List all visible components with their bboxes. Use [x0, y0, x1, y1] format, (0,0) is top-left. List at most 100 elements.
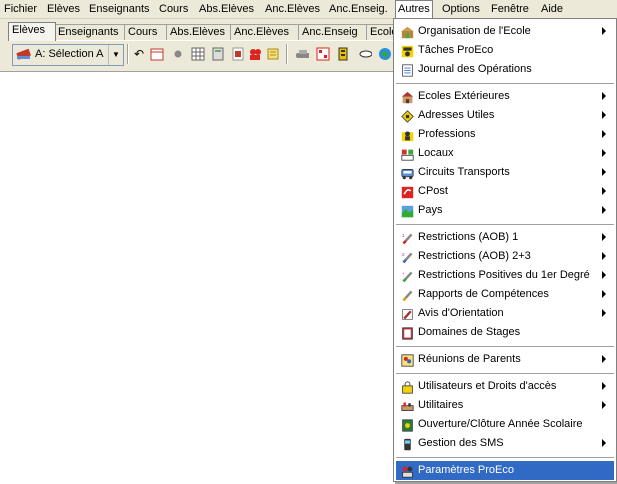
chevron-right-icon: [602, 252, 606, 260]
schedule-icon[interactable]: [316, 47, 330, 61]
menu-item-pays[interactable]: Pays: [396, 201, 614, 220]
menu-abs-eleves[interactable]: Abs.Elèves: [197, 0, 256, 18]
menu-separator: [396, 83, 614, 85]
grid-icon[interactable]: [191, 47, 205, 61]
menu-item-ecoles-exterieures[interactable]: Ecoles Extérieures: [396, 87, 614, 106]
chevron-right-icon: [602, 206, 606, 214]
menu-item-restrictions-2[interactable]: 2 Restrictions (AOB) 2+3: [396, 247, 614, 266]
tab-eleves[interactable]: Elèves: [8, 22, 56, 41]
undo-icon[interactable]: ↶: [132, 47, 146, 61]
document-red-icon[interactable]: [231, 47, 245, 61]
competence-report-icon: [399, 287, 415, 303]
orientation-icon: [399, 306, 415, 322]
addresses-icon: [399, 108, 415, 124]
menu-aide[interactable]: Aide: [539, 0, 565, 18]
school-year-icon: [399, 417, 415, 433]
bus-icon: [399, 165, 415, 181]
menu-anc-enseig[interactable]: Anc.Enseig.: [327, 0, 390, 18]
menu-item-rapports-competences[interactable]: Rapports de Compétences: [396, 285, 614, 304]
eye-icon[interactable]: [358, 47, 372, 61]
menu-item-parametres-proeco[interactable]: Paramètres ProEco: [396, 461, 614, 480]
restrictions-positive-icon: +: [399, 268, 415, 284]
chevron-right-icon: [602, 27, 606, 35]
country-icon: [399, 203, 415, 219]
tab-cours[interactable]: Cours: [124, 24, 168, 40]
dot-icon[interactable]: [171, 47, 185, 61]
users-rights-icon: [399, 379, 415, 395]
school-organisation-icon: [399, 24, 415, 40]
menu-item-journal[interactable]: Journal des Opérations: [396, 60, 614, 79]
menu-item-ouverture-cloture[interactable]: Ouverture/Clôture Année Scolaire: [396, 415, 614, 434]
tab-abs-eleves[interactable]: Abs.Elèves: [166, 24, 232, 40]
internship-domain-icon: [399, 325, 415, 341]
menu-item-reunions-parents[interactable]: Réunions de Parents: [396, 350, 614, 369]
external-school-icon: [399, 89, 415, 105]
journal-icon: [399, 62, 415, 78]
toolbar-separator: [127, 44, 129, 64]
menu-item-adresses-utiles[interactable]: Adresses Utiles: [396, 106, 614, 125]
chevron-right-icon: [602, 290, 606, 298]
globe-icon[interactable]: [378, 47, 392, 61]
utilities-icon: [399, 398, 415, 414]
chevron-right-icon: [602, 92, 606, 100]
selection-combo-value: A: Sélection A: [35, 48, 104, 60]
chevron-right-icon: [602, 309, 606, 317]
menu-item-taches[interactable]: Tâches ProEco: [396, 41, 614, 60]
menu-enseignants[interactable]: Enseignants: [87, 0, 152, 18]
menu-separator: [396, 373, 614, 375]
tab-enseignants[interactable]: Enseignants: [54, 24, 126, 40]
toolbar: A: Sélection A ▼ ↶: [8, 40, 393, 67]
chevron-right-icon: [602, 233, 606, 241]
chevron-right-icon: [602, 382, 606, 390]
calculator-icon[interactable]: [211, 47, 225, 61]
menu-item-avis-orientation[interactable]: Avis d'Orientation: [396, 304, 614, 323]
restrictions-2-icon: 2: [399, 249, 415, 265]
menu-item-circuits-transports[interactable]: Circuits Transports: [396, 163, 614, 182]
chevron-right-icon: [602, 111, 606, 119]
menu-eleves[interactable]: Elèves: [45, 0, 82, 18]
calendar-star-icon[interactable]: [150, 47, 164, 61]
people-red-icon[interactable]: [248, 47, 262, 61]
menu-cours[interactable]: Cours: [157, 0, 190, 18]
menu-item-gestion-sms[interactable]: Gestion des SMS: [396, 434, 614, 453]
sms-phone-icon: [399, 436, 415, 452]
chevron-right-icon: [602, 149, 606, 157]
tab-anc-eleves[interactable]: Anc.Elèves: [230, 24, 300, 40]
professions-icon: [399, 127, 415, 143]
chevron-right-icon: [602, 439, 606, 447]
chevron-right-icon: [602, 271, 606, 279]
menu-item-utilisateurs-droits[interactable]: Utilisateurs et Droits d'accès: [396, 377, 614, 396]
chevron-right-icon: [602, 130, 606, 138]
menu-item-domaines-stages[interactable]: Domaines de Stages: [396, 323, 614, 342]
menu-fenetre[interactable]: Fenêtre: [489, 0, 531, 18]
menu-item-utilitaires[interactable]: Utilitaires: [396, 396, 614, 415]
tab-anc-enseig[interactable]: Anc.Enseig: [298, 24, 368, 40]
menu-separator: [396, 224, 614, 226]
menu-item-restrictions-positives[interactable]: + Restrictions Positives du 1er Degré: [396, 266, 614, 285]
parents-meeting-icon: [399, 352, 415, 368]
toolbar-separator: [286, 44, 288, 64]
menu-item-restrictions-1[interactable]: 1 Restrictions (AOB) 1: [396, 228, 614, 247]
menu-item-organisation[interactable]: Organisation de l'Ecole: [396, 22, 614, 41]
settings-people-icon: [399, 463, 415, 479]
menu-anc-eleves[interactable]: Anc.Elèves: [263, 0, 322, 18]
menu-autres[interactable]: Autres: [395, 0, 433, 19]
menu-item-cpost[interactable]: CPost: [396, 182, 614, 201]
menu-fichier[interactable]: Fichier: [2, 0, 39, 18]
car-icon[interactable]: [295, 47, 309, 61]
svg-text:+: +: [401, 271, 404, 276]
cpost-icon: [399, 184, 415, 200]
menu-item-professions[interactable]: Professions: [396, 125, 614, 144]
menu-separator: [396, 346, 614, 348]
selection-combo[interactable]: A: Sélection A ▼: [12, 44, 124, 66]
menu-separator: [396, 457, 614, 459]
menu-options[interactable]: Options: [440, 0, 482, 18]
chevron-right-icon: [602, 355, 606, 363]
eraser-icon: [16, 48, 32, 64]
rooms-icon: [399, 146, 415, 162]
notes-icon[interactable]: [266, 47, 280, 61]
menu-item-locaux[interactable]: Locaux: [396, 144, 614, 163]
chevron-down-icon[interactable]: ▼: [108, 45, 123, 65]
building-icon[interactable]: [336, 47, 350, 61]
svg-text:1: 1: [401, 232, 404, 238]
